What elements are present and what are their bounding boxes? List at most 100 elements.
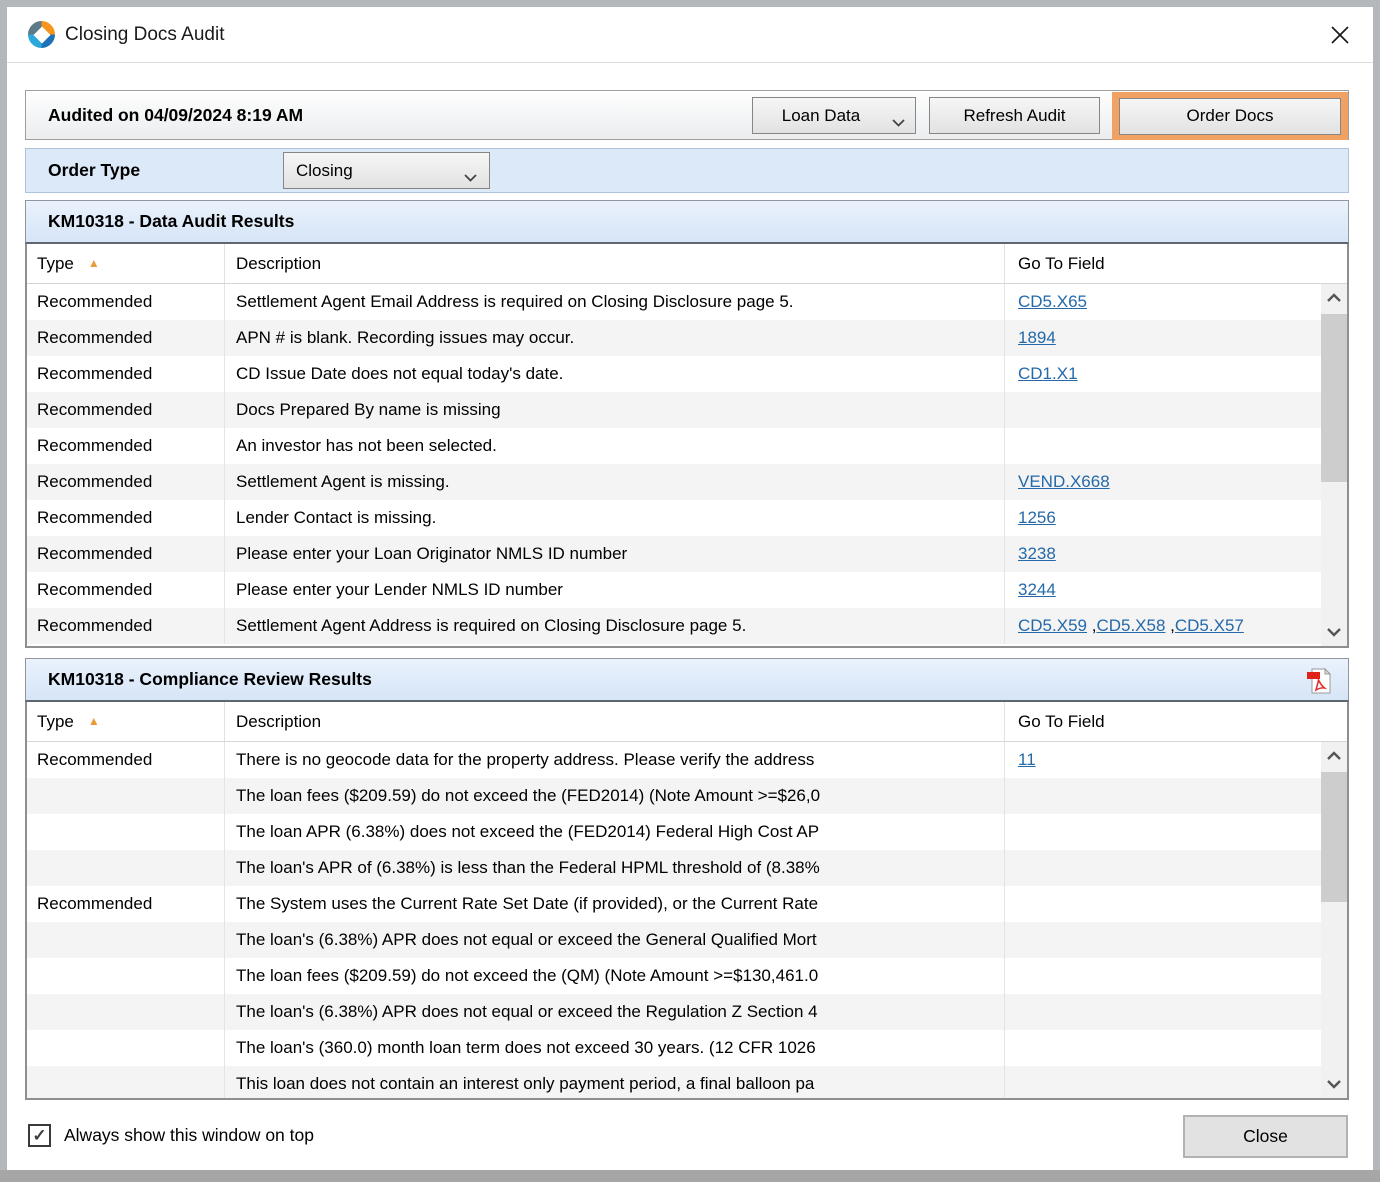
loan-data-dropdown[interactable]: Loan Data [752,97,916,134]
row-description: Please enter your Lender NMLS ID number [224,572,1004,608]
compliance-table: Type ▲ Description Go To Field Recommende… [25,702,1349,1100]
row-goto-field: 11 [1004,742,1321,778]
scroll-up-icon[interactable] [1321,742,1347,770]
goto-field-link[interactable]: 3244 [1018,580,1056,599]
scroll-up-icon[interactable] [1321,284,1347,312]
table-row: Recommended Please enter your Lender NMLS… [27,572,1321,608]
goto-field-link[interactable]: CD5.X65 [1018,292,1087,311]
row-goto-field [1004,428,1321,464]
column-header-type[interactable]: Type ▲ [27,702,224,741]
order-type-dropdown[interactable]: Closing [283,152,490,189]
row-type: Recommended [37,328,153,347]
row-description: Settlement Agent is missing. [224,464,1004,500]
row-type [27,994,224,1030]
window-frame-left [0,0,7,1182]
window-title: Closing Docs Audit [65,24,225,45]
row-goto-field [1004,1066,1321,1098]
row-goto-field [1004,922,1321,958]
row-goto-field: CD1.X1 [1004,356,1321,392]
row-type [27,922,224,958]
scrollbar-thumb[interactable] [1321,772,1347,902]
compliance-section-header: KM10318 - Compliance Review Results [25,658,1349,702]
column-header-goto-field: Go To Field [1004,702,1347,741]
row-description: An investor has not been selected. [224,428,1004,464]
row-description: The loan's (6.38%) APR does not equal or… [224,922,1004,958]
goto-field-link[interactable]: VEND.X668 [1018,472,1110,491]
data-audit-table: Type ▲ Description Go To Field Recommende… [25,244,1349,648]
row-goto-field [1004,1030,1321,1066]
row-description: Docs Prepared By name is missing [224,392,1004,428]
goto-field-link[interactable]: CD5.X59 [1018,616,1087,635]
pdf-export-icon[interactable] [1306,667,1332,695]
checkmark-icon: ✓ [32,1125,47,1145]
row-type [27,1030,224,1066]
always-on-top-checkbox[interactable]: ✓ [28,1124,51,1147]
audit-toolbar: Audited on 04/09/2024 8:19 AM Loan Data … [25,90,1349,140]
row-type: Recommended [37,894,153,913]
goto-field-link[interactable]: 3238 [1018,544,1056,563]
goto-field-link[interactable]: 11 [1018,750,1036,769]
table-row: The loan's APR of (6.38%) is less than t… [27,850,1321,886]
table-row: Recommended Lender Contact is missing. 125… [27,500,1321,536]
row-description: CD Issue Date does not equal today's dat… [224,356,1004,392]
row-goto-field: 1256 [1004,500,1321,536]
row-description: The loan APR (6.38%) does not exceed the… [224,814,1004,850]
scrollbar-thumb[interactable] [1321,314,1347,482]
row-type: Recommended [37,436,153,455]
row-type: Recommended [37,750,153,769]
goto-field-link[interactable]: CD5.X57 [1175,616,1244,635]
chevron-down-icon [464,167,477,187]
compliance-scrollbar[interactable] [1321,742,1347,1098]
refresh-audit-button[interactable]: Refresh Audit [929,97,1100,134]
data-audit-section-header: KM10318 - Data Audit Results [25,200,1349,244]
table-row: Recommended There is no geocode data for … [27,742,1321,778]
order-docs-button[interactable]: Order Docs [1119,97,1341,135]
row-type: Recommended [37,508,153,527]
row-type: Recommended [37,472,153,491]
table-row: The loan fees ($209.59) do not exceed th… [27,778,1321,814]
row-type [27,814,224,850]
row-type [27,778,224,814]
table-row: Recommended Settlement Agent Email Addres… [27,284,1321,320]
row-description: This loan does not contain an interest o… [224,1066,1004,1098]
table-row: Recommended Docs Prepared By name is miss… [27,392,1321,428]
column-header-type[interactable]: Type ▲ [27,244,224,283]
sort-ascending-icon: ▲ [87,714,100,728]
row-description: Settlement Agent Address is required on … [224,608,1004,644]
table-row: Recommended CD Issue Date does not equal … [27,356,1321,392]
window-frame-top [0,0,1380,7]
scroll-down-icon[interactable] [1321,618,1347,646]
row-type [27,958,224,994]
row-goto-field [1004,886,1321,922]
goto-field-link[interactable]: 1894 [1018,328,1056,347]
table-row: Recommended Settlement Agent Address is r… [27,608,1321,644]
row-description: Please enter your Loan Originator NMLS I… [224,536,1004,572]
compliance-section-title: KM10318 - Compliance Review Results [48,669,372,689]
table-row: Recommended An investor has not been sele… [27,428,1321,464]
row-type [27,850,224,886]
table-row: Recommended Settlement Agent is missing. V… [27,464,1321,500]
order-type-row: Order Type Closing [25,148,1349,193]
row-type: Recommended [37,544,153,563]
row-description: The loan fees ($209.59) do not exceed th… [224,958,1004,994]
table-row: Recommended Please enter your Loan Origin… [27,536,1321,572]
table-row: The loan's (360.0) month loan term does … [27,1030,1321,1066]
row-goto-field [1004,778,1321,814]
row-type: Recommended [37,292,153,311]
row-type [27,1066,224,1098]
goto-field-link[interactable]: 1256 [1018,508,1056,527]
data-audit-scrollbar[interactable] [1321,284,1347,646]
loan-data-dropdown-label: Loan Data [781,105,861,125]
table-row: Recommended APN # is blank. Recording iss… [27,320,1321,356]
scroll-down-icon[interactable] [1321,1070,1347,1098]
chevron-down-icon [892,112,905,132]
compliance-table-header: Type ▲ Description Go To Field [27,702,1347,742]
table-row: This loan does not contain an interest o… [27,1066,1321,1098]
always-on-top-label: Always show this window on top [64,1125,314,1145]
close-icon[interactable] [1327,22,1353,48]
close-button[interactable]: Close [1183,1115,1348,1158]
goto-field-link[interactable]: CD5.X58 [1096,616,1165,635]
data-audit-section-title: KM10318 - Data Audit Results [48,211,295,231]
goto-field-link[interactable]: CD1.X1 [1018,364,1078,383]
row-type: Recommended [37,580,153,599]
